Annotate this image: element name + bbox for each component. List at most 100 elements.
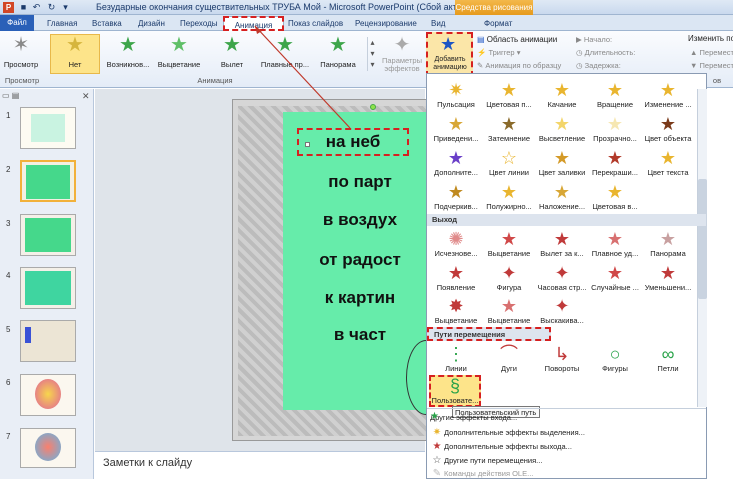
path-lines[interactable]: ⋮ Линии (429, 344, 483, 373)
tab-animations[interactable]: Анимация (223, 16, 284, 31)
exit-random-bars[interactable]: ★ Случайные ... (588, 263, 642, 292)
exit-disappear[interactable]: ✺ Исчезнове... (429, 229, 483, 258)
slide-thumb-1[interactable] (20, 107, 76, 149)
exit-appear[interactable]: ★ Появление (429, 263, 483, 292)
exit-float-out[interactable]: ★ Плавное уд... (588, 229, 642, 258)
tab-home[interactable]: Главная (47, 16, 77, 31)
animation-pane-icon: ▤ (477, 35, 485, 44)
effect-underline[interactable]: ★ Подчеркив... (429, 182, 483, 211)
exit-fade-2[interactable]: ✸ Выцветание (429, 296, 483, 325)
star-icon: ☆ (500, 148, 518, 168)
trigger-button[interactable]: ⚡ Триггер ▾ (477, 48, 520, 57)
slide-thumb-5[interactable] (20, 320, 76, 362)
exit-fly-out[interactable]: ★ Вылет за к... (535, 229, 589, 258)
slide-thumb-6[interactable] (20, 374, 76, 416)
pane-close-icon[interactable]: ✕ (82, 91, 90, 102)
exit-shrink[interactable]: ★ Уменьшени... (641, 263, 695, 292)
scroll-thumb[interactable] (698, 179, 707, 299)
effect-font-color[interactable]: ★ Цвет текста (641, 148, 695, 177)
exit-shape[interactable]: ✦ Фигура (482, 263, 536, 292)
gallery-scroll-icon[interactable]: ▴ ▾ ▾ (367, 37, 377, 71)
effect-transparency[interactable]: ★ Прозрачно... (588, 114, 642, 143)
preview-button[interactable]: ✶ Просмотр (0, 34, 42, 76)
effect-pulse[interactable]: ✷ Пульсация (429, 80, 483, 109)
move-later-button[interactable]: ▼ Перемест (690, 61, 733, 70)
slide-thumb-3[interactable] (20, 214, 76, 256)
tab-review[interactable]: Рецензирование (355, 16, 417, 31)
save-icon[interactable]: ■ (18, 2, 29, 13)
redo-icon[interactable]: ↻ (46, 2, 57, 13)
custom-path-item[interactable]: § Пользовате... (429, 376, 481, 405)
gallery-scrollbar[interactable] (697, 89, 707, 407)
undo-icon[interactable]: ↶ (31, 2, 42, 13)
path-arcs[interactable]: ⌒ Дуги (482, 344, 536, 373)
exit-fade[interactable]: ★ Выцветание (482, 229, 536, 258)
more-emphasis-effects[interactable]: ✷ Дополнительные эффекты выделения... (430, 426, 585, 439)
effect-object-color[interactable]: ★ Цвет объекта (641, 114, 695, 143)
selected-word[interactable]: на неб (297, 128, 409, 156)
effect-bold-reveal[interactable]: ★ Наложение... (535, 182, 589, 211)
more-exit-effects[interactable]: ★ Дополнительные эффекты выхода... (430, 440, 572, 453)
exit-fade-3[interactable]: ★ Выцветание (482, 296, 536, 325)
effect-line-color[interactable]: ☆ Цвет линии (482, 148, 536, 177)
animation-painter-button[interactable]: ✎ Анимация по образцу (477, 61, 561, 70)
slide-thumb-4[interactable] (20, 267, 76, 309)
path-turns[interactable]: ↳ Повороты (535, 344, 589, 373)
effect-fade[interactable]: ★ Выцветание (154, 34, 204, 76)
tab-format[interactable]: Формат (484, 16, 512, 31)
effect-complementary[interactable]: ★ Дополните... (429, 148, 483, 177)
effect-teeter[interactable]: ★ Качание (535, 80, 589, 109)
delay-field[interactable]: ◷ Задержка: (576, 61, 621, 70)
slide-word[interactable]: в част (285, 325, 435, 345)
tab-view[interactable]: Вид (431, 16, 445, 31)
loop-path-icon: ∞ (661, 344, 675, 364)
animation-pane-button[interactable]: ▤ Область анимации (477, 35, 557, 44)
window-title: Безударные окончания существительных ТРУ… (96, 2, 512, 12)
exit-bounce[interactable]: ✦ Выскакива... (535, 296, 589, 325)
effect-options-button[interactable]: ✦ Параметры эффектов (380, 34, 424, 76)
exit-clockwise[interactable]: ✦ Часовая стр... (535, 263, 589, 292)
ole-action-verbs[interactable]: ✎ Команды действия OLE... (430, 467, 534, 480)
effect-bold-flash[interactable]: ★ Полужирно... (482, 182, 536, 211)
effect-color-pulse[interactable]: ★ Цветовая п... (482, 80, 536, 109)
slide-word[interactable]: по парт (285, 172, 435, 192)
tab-insert[interactable]: Вставка (92, 16, 122, 31)
effect-lighten[interactable]: ★ Высветление (535, 114, 589, 143)
contextual-tab-header: Средства рисования (455, 0, 533, 15)
effect-brush-color[interactable]: ★ Перекраши... (588, 148, 642, 177)
more-entrance-effects[interactable]: Другие эффекты входа... (430, 411, 705, 424)
effect-wave[interactable]: ★ Цветовая в... (588, 182, 642, 211)
slide-thumb-2[interactable] (20, 160, 76, 202)
path-star-icon: ☆ (432, 455, 442, 466)
effect-desaturate[interactable]: ★ Приведени... (429, 114, 483, 143)
rotate-handle[interactable] (370, 104, 376, 110)
path-shapes[interactable]: ○ Фигуры (588, 344, 642, 373)
move-earlier-button[interactable]: ▲ Перемест (690, 48, 733, 57)
slide-word[interactable]: в воздух (285, 210, 435, 230)
effect-pan[interactable]: ★ Панорама (313, 34, 363, 76)
path-loops[interactable]: ∞ Петли (641, 344, 695, 373)
slide-word[interactable]: от радост (285, 250, 435, 270)
resize-handle[interactable] (305, 142, 310, 147)
effect-fill-color[interactable]: ★ Цвет заливки (535, 148, 589, 177)
notes-placeholder[interactable]: Заметки к слайду (103, 457, 192, 469)
effect-float-in[interactable]: ★ Плавные пр... (260, 34, 310, 76)
effect-darken[interactable]: ★ Затемнение (482, 114, 536, 143)
duration-field[interactable]: ◷ Длительность: (576, 48, 635, 57)
start-field[interactable]: ▶ Начало: (576, 35, 612, 44)
tab-design[interactable]: Дизайн (138, 16, 165, 31)
effect-grow[interactable]: ★ Изменение ... (641, 80, 695, 109)
add-animation-label: Добавить анимацию (433, 56, 467, 71)
slide-thumb-7[interactable] (20, 428, 76, 468)
effect-none[interactable]: ★ Нет (50, 34, 100, 76)
tab-slideshow[interactable]: Показ слайдов (288, 16, 343, 31)
slide-word[interactable]: к картин (285, 288, 435, 308)
effect-spin[interactable]: ★ Вращение (588, 80, 642, 109)
more-motion-paths[interactable]: ☆ Другие пути перемещения... (430, 454, 543, 467)
exit-pan[interactable]: ★ Панорама (641, 229, 695, 258)
tab-transitions[interactable]: Переходы (180, 16, 218, 31)
tab-file[interactable]: Файл (0, 15, 34, 31)
effect-appear[interactable]: ★ Возникнов... (103, 34, 153, 76)
effect-fly-in[interactable]: ★ Вылет (207, 34, 257, 76)
qat-dropdown-icon[interactable]: ▾ (60, 2, 71, 13)
